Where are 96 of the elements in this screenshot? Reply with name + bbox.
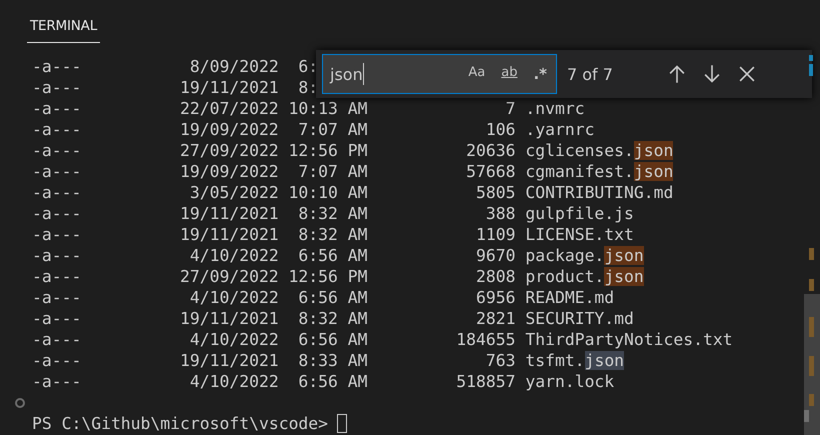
match-marker — [809, 394, 814, 406]
time-text: 12:56 PM — [288, 267, 368, 286]
file-name: .yarnrc — [525, 119, 594, 140]
find-input[interactable]: json Aa ab .* — [322, 54, 557, 94]
date-text: 19/09/2022 — [179, 161, 279, 182]
file-name: CONTRIBUTING.md — [525, 182, 674, 203]
file-name: README.md — [525, 287, 614, 308]
mode-text: -a--- — [32, 350, 82, 371]
mode-text: -a--- — [32, 224, 82, 245]
time-text: 6: — [298, 57, 318, 76]
size-text: 184655 — [456, 330, 516, 349]
file-name: yarn.lock — [525, 371, 614, 392]
time-text: 8: — [298, 78, 318, 97]
date-text: 19/09/2022 — [179, 119, 279, 140]
date-text: 19/11/2021 — [179, 350, 279, 371]
time-text: 10:13 AM — [288, 99, 368, 118]
date-text: 8/09/2022 — [188, 56, 279, 77]
match-marker — [809, 356, 814, 376]
date-text: 27/09/2022 — [179, 266, 279, 287]
mode-text: -a--- — [32, 245, 82, 266]
size-text: 57668 — [466, 162, 516, 181]
size-text: 106 — [486, 120, 516, 139]
size-text: 9670 — [476, 246, 516, 265]
size-text: 2821 — [476, 309, 516, 328]
scroll-marker — [804, 410, 809, 422]
scroll-marker — [809, 55, 813, 61]
whole-word-toggle[interactable]: ab — [498, 63, 520, 85]
match-marker — [809, 248, 814, 260]
date-text: 3/05/2022 — [188, 182, 279, 203]
match-count: 7 of 7 — [567, 64, 614, 84]
mode-text: -a--- — [32, 98, 82, 119]
match-case-toggle[interactable]: Aa — [465, 63, 488, 85]
mode-text: -a--- — [32, 161, 82, 182]
time-text: 6:56 AM — [298, 288, 368, 307]
size-text: 763 — [486, 351, 516, 370]
size-text: 518857 — [456, 372, 516, 391]
size-text: 2808 — [476, 267, 516, 286]
time-text: 6:56 AM — [298, 330, 368, 349]
time-text: 10:10 AM — [288, 183, 368, 202]
mode-text: -a--- — [32, 329, 82, 350]
mode-text: -a--- — [32, 308, 82, 329]
file-name: tsfmt.json — [525, 350, 624, 371]
time-text: 7:07 AM — [298, 162, 368, 181]
date-text: 27/09/2022 — [179, 140, 279, 161]
date-text: 19/11/2021 — [179, 77, 279, 98]
size-text: 5805 — [476, 183, 516, 202]
mode-text: -a--- — [32, 56, 82, 77]
time-text: 6:56 AM — [298, 246, 368, 265]
scroll-marker — [809, 64, 813, 76]
mode-text: -a--- — [32, 140, 82, 161]
date-text: 4/10/2022 — [188, 245, 279, 266]
mode-text: -a--- — [32, 119, 82, 140]
regex-toggle[interactable]: .* — [530, 63, 550, 85]
mode-text: -a--- — [32, 182, 82, 203]
file-name: .nvmrc — [525, 98, 585, 119]
cursor — [337, 414, 348, 433]
file-name: cgmanifest.json — [525, 161, 674, 182]
time-text: 8:32 AM — [298, 225, 368, 244]
size-text: 6956 — [476, 288, 516, 307]
date-text: 4/10/2022 — [188, 371, 279, 392]
match-marker — [809, 317, 814, 337]
mode-text: -a--- — [32, 371, 82, 392]
terminal-tab[interactable]: TERMINAL — [27, 0, 100, 43]
date-text: 19/11/2021 — [179, 308, 279, 329]
file-name: package.json — [525, 245, 644, 266]
time-text: 8:32 AM — [298, 204, 368, 223]
date-text: 4/10/2022 — [188, 329, 279, 350]
prompt-text: PS C:\Github\microsoft\vscode> — [32, 413, 328, 434]
date-text: 22/07/2022 — [179, 98, 279, 119]
time-text: 8:32 AM — [298, 309, 368, 328]
mode-text: -a--- — [32, 203, 82, 224]
time-text: 7:07 AM — [298, 120, 368, 139]
size-text: 388 — [486, 204, 516, 223]
mode-text: -a--- — [32, 287, 82, 308]
size-text: 1109 — [476, 225, 516, 244]
arrow-down-icon[interactable] — [702, 64, 722, 84]
size-text: 7 — [506, 99, 516, 118]
arrow-up-icon[interactable] — [667, 64, 687, 84]
file-name: cglicenses.json — [525, 140, 674, 161]
time-text: 12:56 PM — [288, 141, 368, 160]
file-name: LICENSE.txt — [525, 224, 634, 245]
match-marker — [809, 279, 814, 291]
time-text: 8:33 AM — [298, 351, 368, 370]
file-name: gulpfile.js — [525, 203, 634, 224]
time-text: 6:56 AM — [298, 372, 368, 391]
command-decoration-icon[interactable] — [15, 398, 25, 408]
file-name: SECURITY.md — [525, 308, 634, 329]
file-name: ThirdPartyNotices.txt — [525, 329, 733, 350]
mode-text: -a--- — [32, 77, 82, 98]
date-text: 19/11/2021 — [179, 224, 279, 245]
mode-text: -a--- — [32, 266, 82, 287]
close-icon[interactable] — [737, 64, 757, 84]
date-text: 19/11/2021 — [179, 203, 279, 224]
file-name: product.json — [525, 266, 644, 287]
size-text: 20636 — [466, 141, 516, 160]
date-text: 4/10/2022 — [188, 287, 279, 308]
